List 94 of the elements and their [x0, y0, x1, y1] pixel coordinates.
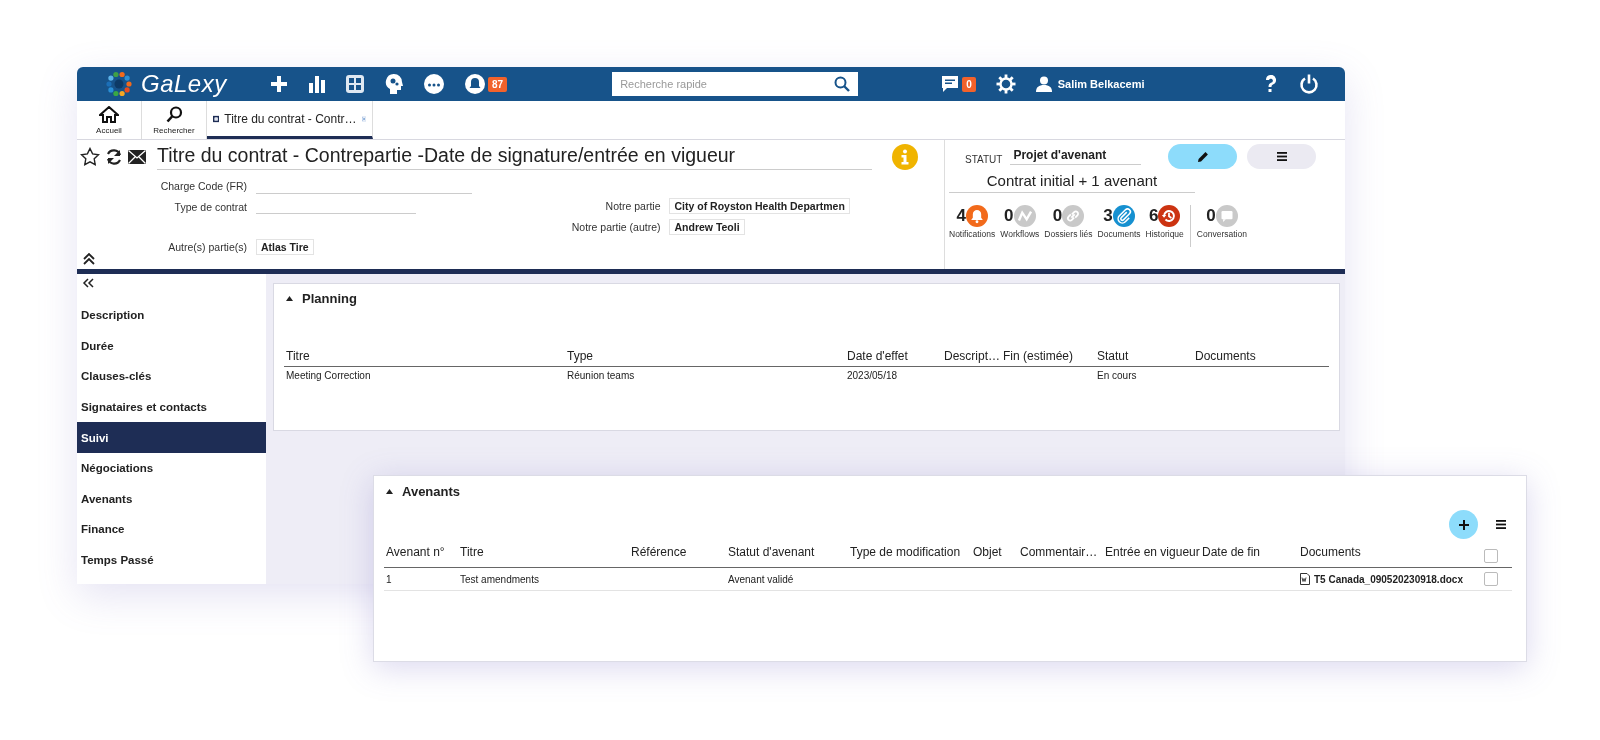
ellipsis-icon[interactable]	[424, 74, 444, 94]
table-cell-text: Avenant validé	[727, 573, 795, 585]
section-title: Avenants	[402, 483, 461, 499]
counter-button[interactable]: 0 Conversation	[1196, 205, 1247, 239]
head-gears-icon[interactable]	[385, 74, 403, 94]
counter-button[interactable]: 0 Workflows	[1000, 205, 1040, 239]
column-header[interactable]: Documents	[1193, 349, 1329, 363]
column-header[interactable]: Statut d'avenant	[726, 543, 848, 561]
user-icon[interactable]	[1035, 76, 1052, 92]
checkbox[interactable]	[1484, 549, 1498, 563]
caret-icon[interactable]	[286, 295, 293, 301]
field-label: Notre partie (autre)	[570, 220, 661, 233]
column-header[interactable]: Référence	[629, 543, 726, 561]
table-cell-text: 2023/05/18	[846, 370, 899, 381]
column-header[interactable]: Type	[565, 349, 845, 363]
column-header[interactable]: Descript…	[942, 349, 1001, 363]
refresh-icon[interactable]	[105, 148, 123, 166]
sidebar-item[interactable]: Durée	[77, 330, 266, 362]
search-icon[interactable]	[834, 76, 851, 92]
table-cell-text: En cours	[1096, 370, 1138, 381]
field-value[interactable]: City of Royston Health Departmen	[669, 198, 850, 215]
sidebar-item[interactable]: Finance	[77, 514, 266, 545]
contract-summary: Contrat initial + 1 avenant	[949, 171, 1195, 193]
table-cell-text: Test amendments	[459, 573, 540, 585]
section-title: Planning	[302, 290, 357, 306]
plus-icon	[1458, 519, 1469, 530]
message-icon[interactable]	[941, 75, 960, 93]
checkbox[interactable]	[1484, 572, 1498, 586]
counter-button[interactable]: 6 Historique	[1145, 205, 1184, 239]
bell-icon[interactable]	[465, 74, 485, 94]
mail-icon[interactable]	[128, 150, 146, 164]
power-icon[interactable]	[1299, 74, 1319, 94]
edit-button[interactable]	[1168, 144, 1238, 169]
field-label: Type de contrat	[173, 200, 247, 213]
table-cell-text: 1	[385, 573, 393, 585]
contract-tab[interactable]: Titre du contrat - Contr…	[207, 101, 373, 139]
field-label: Charge Code (FR)	[159, 180, 247, 193]
status-label: STATUT	[965, 153, 1003, 165]
record-title: Titre du contrat - Contrepartie -Date de signature/entrée en vigueur	[157, 144, 872, 170]
field-label: Autre(s) partie(s)	[167, 241, 247, 254]
plus-icon[interactable]	[270, 75, 288, 93]
field-label: Notre partie	[604, 200, 661, 213]
sidebar-item[interactable]: Négociations	[77, 452, 266, 484]
sidebar-item[interactable]: Signataires et contacts	[77, 391, 266, 423]
search-button[interactable]: Rechercher	[142, 101, 207, 139]
sidebar-item[interactable]: Temps Passé	[77, 544, 266, 576]
column-header[interactable]: Fin (estimée)	[1001, 349, 1095, 363]
column-header[interactable]: Titre	[284, 349, 565, 363]
settings-icon[interactable]	[995, 74, 1016, 94]
count-badge: 87	[488, 76, 508, 92]
bar-chart-icon[interactable]	[309, 75, 325, 93]
search-icon	[165, 105, 183, 123]
column-header[interactable]: Entrée en vigueur	[1103, 543, 1200, 561]
logo-icon	[105, 70, 133, 98]
status-value: Projet d'avenant	[1010, 148, 1142, 165]
search-field[interactable]: Recherche rapide	[612, 72, 859, 96]
grid-icon[interactable]	[346, 75, 364, 93]
logo-text: GaLexy	[141, 70, 227, 98]
column-header[interactable]: Documents	[1298, 543, 1474, 561]
field-value[interactable]: Atlas Tire	[256, 239, 314, 256]
column-header[interactable]: Commentair…	[1018, 543, 1103, 561]
pencil-icon	[1196, 150, 1209, 163]
column-header[interactable]: Titre	[458, 543, 629, 561]
help-icon[interactable]	[1265, 75, 1277, 93]
menu-icon	[1276, 152, 1287, 161]
add-button[interactable]	[1449, 510, 1478, 539]
sidebar-item[interactable]: Avenants	[77, 483, 266, 515]
file-link[interactable]: T5 Canada_090520230918.docx	[1314, 573, 1463, 585]
counter-button[interactable]: 4 Notifications	[949, 205, 996, 239]
sidebar-item[interactable]: Description	[77, 300, 266, 331]
column-header[interactable]: Type de modification	[848, 543, 971, 561]
column-header[interactable]: Statut	[1095, 349, 1193, 363]
field-value[interactable]: Andrew Teoli	[669, 218, 745, 235]
star-icon[interactable]	[80, 147, 100, 167]
word-file-icon	[1300, 573, 1310, 585]
home-button[interactable]: Accueil	[77, 101, 142, 139]
count-badge: 0	[962, 76, 976, 92]
column-header[interactable]: Date d'effet	[845, 349, 942, 363]
table-cell-text: Réunion teams	[566, 370, 636, 381]
column-header[interactable]: Objet	[971, 543, 1018, 561]
user-name[interactable]: Salim Belkacemi	[1057, 78, 1145, 90]
column-header[interactable]: Date de fin	[1200, 543, 1298, 561]
counter-button[interactable]: 0 Dossiers liés	[1044, 205, 1093, 239]
home-icon	[99, 105, 119, 123]
column-header[interactable]: Avenant n°	[384, 543, 458, 561]
counter-button[interactable]: 3 Documents	[1097, 205, 1141, 239]
menu-icon[interactable]	[1496, 520, 1506, 529]
sidebar-item[interactable]: Clauses-clés	[77, 361, 266, 392]
collapse-icon[interactable]	[82, 278, 94, 288]
sidebar-item[interactable]: Suivi	[77, 422, 266, 453]
table-cell-text: Meeting Correction	[285, 370, 372, 381]
caret-icon[interactable]	[386, 488, 393, 494]
menu-button[interactable]	[1247, 144, 1317, 169]
collapse-icon[interactable]	[83, 253, 95, 265]
